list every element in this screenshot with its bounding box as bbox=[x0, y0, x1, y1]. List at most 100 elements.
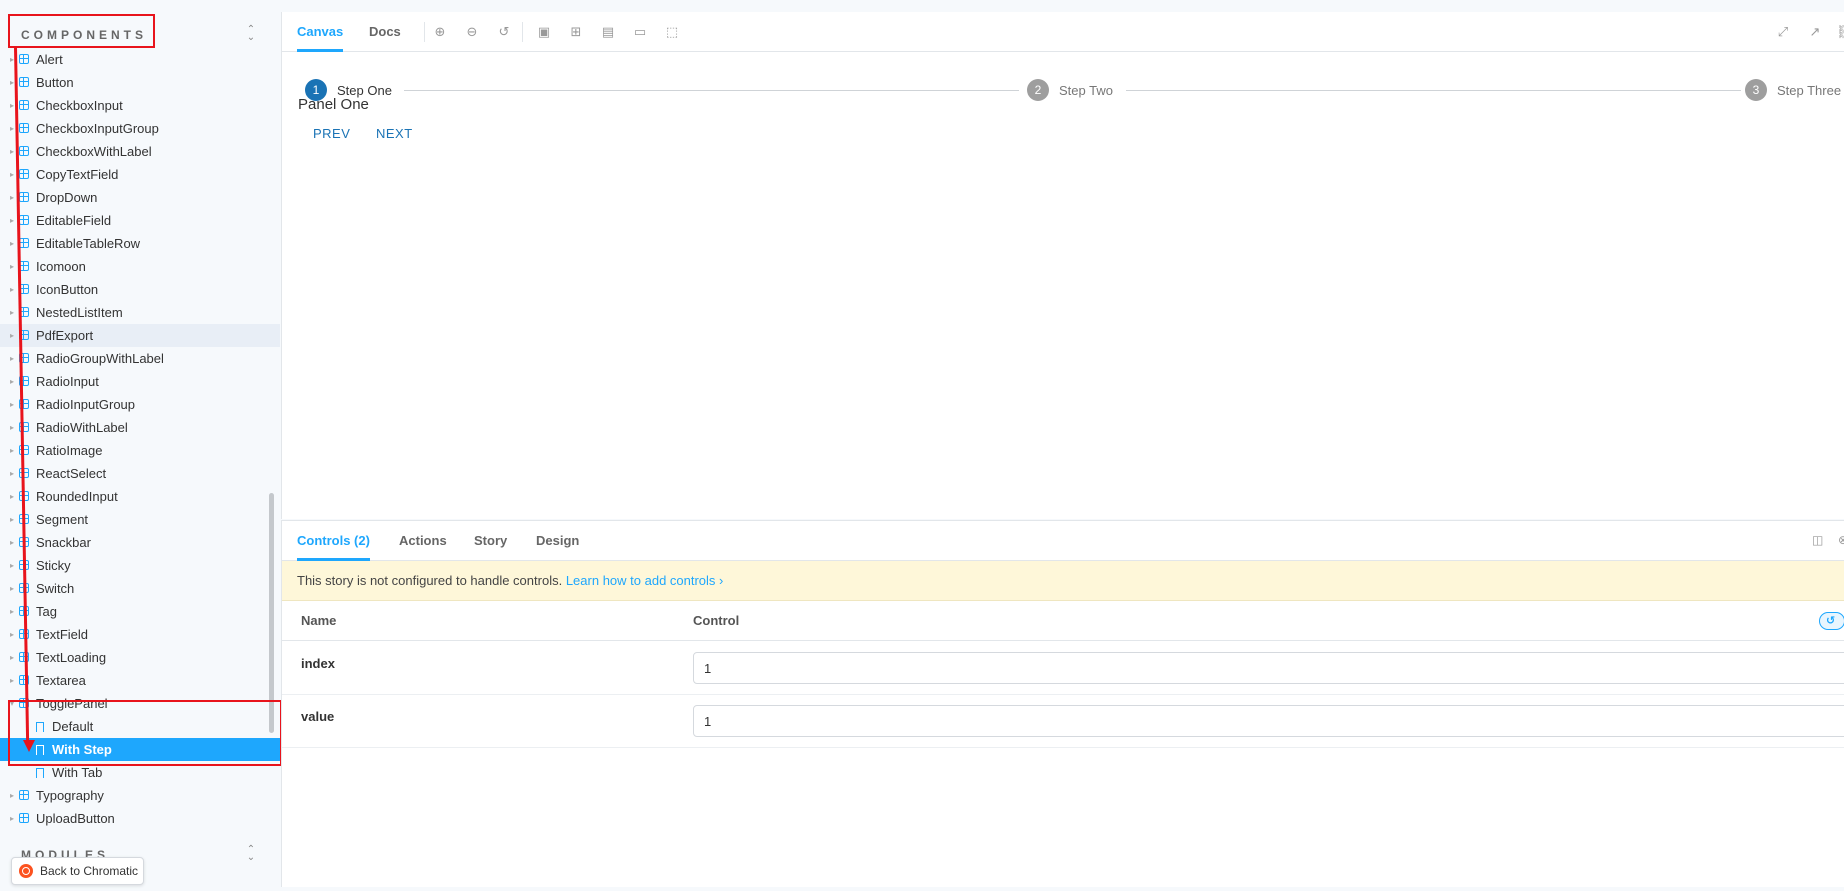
caret-icon: ▸ bbox=[10, 676, 15, 685]
component-icon bbox=[19, 54, 29, 64]
tree-item-radiogroupwithlabel[interactable]: ▸ RadioGroupWithLabel bbox=[0, 347, 280, 370]
tree-item-label: Segment bbox=[36, 512, 89, 527]
tree-item-label: CopyTextField bbox=[36, 167, 119, 182]
copy-link-icon[interactable]: ⛓ bbox=[1836, 25, 1844, 39]
tree-item-ratioimage[interactable]: ▸ RatioImage bbox=[0, 439, 280, 462]
learn-controls-link[interactable]: Learn how to add controls › bbox=[566, 573, 724, 588]
component-icon bbox=[19, 192, 29, 202]
grid-icon[interactable]: ⊞ bbox=[569, 25, 583, 39]
back-to-chromatic-button[interactable]: Back to Chromatic bbox=[11, 857, 144, 885]
tree-item-dropdown[interactable]: ▸ DropDown bbox=[0, 186, 280, 209]
caret-icon: ▸ bbox=[10, 331, 15, 340]
stepper: 1 Step One 2 Step Two 3 Step Three bbox=[282, 52, 1844, 112]
caret-icon: ▸ bbox=[10, 124, 15, 133]
component-icon bbox=[19, 123, 29, 133]
step-2-circle[interactable]: 2 bbox=[1027, 79, 1049, 101]
zoom-reset-icon[interactable]: ↺ bbox=[497, 25, 511, 39]
tree-item-button[interactable]: ▸ Button bbox=[0, 71, 280, 94]
caret-icon: ▸ bbox=[10, 492, 15, 501]
tree-item-radioinput[interactable]: ▸ RadioInput bbox=[0, 370, 280, 393]
tree-item-alert[interactable]: ▸ Alert bbox=[0, 48, 280, 71]
controls-notice: This story is not configured to handle c… bbox=[282, 561, 1844, 601]
tab-design[interactable]: Design bbox=[536, 521, 579, 561]
next-button[interactable]: NEXT bbox=[376, 126, 413, 141]
sidebar-scrollbar[interactable] bbox=[269, 493, 274, 733]
step-2-label[interactable]: Step Two bbox=[1059, 83, 1113, 98]
tree-item-checkboxinputgroup[interactable]: ▸ CheckboxInputGroup bbox=[0, 117, 280, 140]
close-panel-icon[interactable]: ⊗ bbox=[1838, 533, 1844, 547]
component-icon bbox=[19, 169, 29, 179]
viewport-icon[interactable]: ▤ bbox=[601, 25, 615, 39]
zoom-in-icon[interactable]: ⊕ bbox=[433, 25, 447, 39]
tree-item-sticky[interactable]: ▸ Sticky bbox=[0, 554, 280, 577]
tree-item-checkboxwithlabel[interactable]: ▸ CheckboxWithLabel bbox=[0, 140, 280, 163]
panel-orientation-icon[interactable]: ◫ bbox=[1812, 533, 1826, 547]
step-3-label[interactable]: Step Three bbox=[1777, 83, 1841, 98]
caret-icon: ▸ bbox=[10, 607, 15, 616]
zoom-out-icon[interactable]: ⊖ bbox=[465, 25, 479, 39]
collapse-icon[interactable]: ⌃ ⌄ bbox=[244, 845, 258, 863]
tree-item-label: IconButton bbox=[36, 282, 99, 297]
measure-icon[interactable]: ▭ bbox=[633, 25, 647, 39]
tree-item-icomoon[interactable]: ▸ Icomoon bbox=[0, 255, 280, 278]
tree-item-editabletablerow[interactable]: ▸ EditableTableRow bbox=[0, 232, 280, 255]
tab-docs[interactable]: Docs bbox=[369, 12, 401, 52]
tree-item-snackbar[interactable]: ▸ Snackbar bbox=[0, 531, 280, 554]
tree-item-editablefield[interactable]: ▸ EditableField bbox=[0, 209, 280, 232]
tree-item-uploadbutton[interactable]: ▸ UploadButton bbox=[0, 807, 280, 830]
outline-icon[interactable]: ⬚ bbox=[665, 25, 679, 39]
tree-item-radiowithlabel[interactable]: ▸ RadioWithLabel bbox=[0, 416, 280, 439]
tree-item-textloading[interactable]: ▸ TextLoading bbox=[0, 646, 280, 669]
caret-icon: ▸ bbox=[10, 170, 15, 179]
step-connector bbox=[404, 90, 1019, 91]
tree-item-checkboxinput[interactable]: ▸ CheckboxInput bbox=[0, 94, 280, 117]
tree-item-iconbutton[interactable]: ▸ IconButton bbox=[0, 278, 280, 301]
tree-item-radioinputgroup[interactable]: ▸ RadioInputGroup bbox=[0, 393, 280, 416]
component-icon bbox=[19, 77, 29, 87]
control-name: value bbox=[301, 709, 335, 724]
prev-button[interactable]: PREV bbox=[313, 126, 350, 141]
toolbar: Canvas Docs ⊕ ⊖ ↺ ▣ ⊞ ▤ ▭ ⬚ ⤢ ↗ ⛓ bbox=[282, 12, 1844, 52]
caret-icon: ▸ bbox=[10, 101, 15, 110]
open-new-tab-icon[interactable]: ↗ bbox=[1808, 25, 1822, 39]
tree-item-label: Typography bbox=[36, 788, 104, 803]
tree-item-label: Sticky bbox=[36, 558, 71, 573]
tree-item-segment[interactable]: ▸ Segment bbox=[0, 508, 280, 531]
column-header-control: Control bbox=[693, 613, 740, 628]
tree-item-reactselect[interactable]: ▸ ReactSelect bbox=[0, 462, 280, 485]
reset-controls-button[interactable]: ↺ bbox=[1819, 612, 1844, 630]
tree-item-label: DropDown bbox=[36, 190, 98, 205]
tree-item-switch[interactable]: ▸ Switch bbox=[0, 577, 280, 600]
tree-item-textfield[interactable]: ▸ TextField bbox=[0, 623, 280, 646]
tree-item-tag[interactable]: ▸ Tag bbox=[0, 600, 280, 623]
index-input[interactable] bbox=[693, 652, 1844, 684]
tab-canvas[interactable]: Canvas bbox=[297, 12, 344, 52]
tree-item-label: Snackbar bbox=[36, 535, 91, 550]
tree-item-typography[interactable]: ▸ Typography bbox=[0, 784, 280, 807]
tree-item-label: Textarea bbox=[36, 673, 86, 688]
tree-item-nestedlistitem[interactable]: ▸ NestedListItem bbox=[0, 301, 280, 324]
tree-item-textarea[interactable]: ▸ Textarea bbox=[0, 669, 280, 692]
annotation-box-with-step bbox=[8, 700, 282, 766]
tree-item-label: NestedListItem bbox=[36, 305, 123, 320]
tab-actions[interactable]: Actions bbox=[399, 521, 447, 561]
collapse-icon[interactable]: ⌃ ⌄ bbox=[244, 25, 258, 43]
tree-item-label: TextField bbox=[36, 627, 89, 642]
tree-item-roundedinput[interactable]: ▸ RoundedInput bbox=[0, 485, 280, 508]
background-icon[interactable]: ▣ bbox=[537, 25, 551, 39]
value-input[interactable] bbox=[693, 705, 1844, 737]
tree-item-label: RatioImage bbox=[36, 443, 103, 458]
step-3-circle[interactable]: 3 bbox=[1745, 79, 1767, 101]
bookmark-icon bbox=[36, 768, 44, 782]
fullscreen-icon[interactable]: ⤢ bbox=[1776, 25, 1790, 39]
tab-controls[interactable]: Controls (2) bbox=[297, 521, 370, 561]
tree-item-copytextfield[interactable]: ▸ CopyTextField bbox=[0, 163, 280, 186]
chromatic-icon bbox=[19, 864, 33, 878]
caret-icon: ▸ bbox=[10, 584, 15, 593]
tree-item-label: UploadButton bbox=[36, 811, 115, 826]
caret-icon: ▸ bbox=[10, 469, 15, 478]
tree-item-pdfexport[interactable]: ▸ PdfExport bbox=[0, 324, 280, 347]
tree-item-label: ReactSelect bbox=[36, 466, 107, 481]
tab-story[interactable]: Story bbox=[474, 521, 507, 561]
tree-item-label: EditableField bbox=[36, 213, 112, 228]
